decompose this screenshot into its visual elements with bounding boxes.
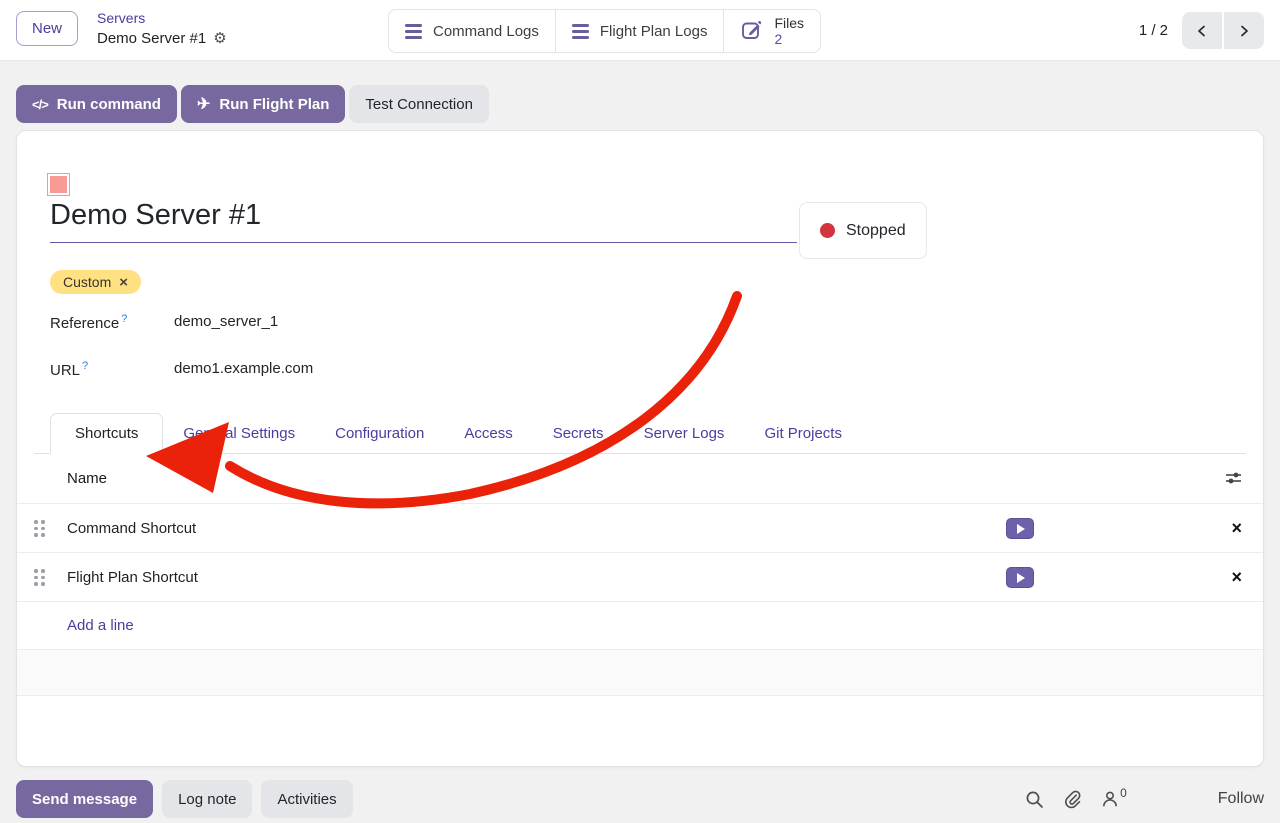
command-logs-button[interactable]: Command Logs [389,10,555,52]
command-logs-label: Command Logs [433,23,539,40]
tab-shortcuts[interactable]: Shortcuts [50,413,163,454]
run-flight-plan-label: Run Flight Plan [219,96,329,113]
play-icon [1017,524,1025,534]
tag-custom[interactable]: Custom × [50,270,141,294]
chatter-bar: Send message Log note Activities 0 Follo… [16,780,1264,818]
edit-icon [740,18,763,45]
files-button[interactable]: Files 2 [723,10,820,52]
breadcrumb: Servers Demo Server #1 ⚙ [97,8,227,50]
field-row-url: URL? demo1.example.com [50,360,313,379]
notebook-tabs: Shortcuts General Settings Configuration… [34,410,1246,454]
play-button[interactable] [1006,567,1034,588]
field-row-reference: Reference? demo_server_1 [50,313,278,332]
drag-handle-icon[interactable] [34,569,45,586]
followers-icon[interactable]: 0 [1101,790,1127,808]
record-title-field[interactable]: Demo Server #1 [50,197,797,243]
column-header-name[interactable]: Name [17,470,107,487]
pager-next-button[interactable] [1224,12,1264,49]
test-connection-button[interactable]: Test Connection [349,85,489,123]
empty-row [17,650,1263,696]
delete-row-icon[interactable]: × [1231,517,1242,539]
color-swatch[interactable] [47,173,70,196]
tab-configuration[interactable]: Configuration [315,414,444,453]
chevron-right-icon [1237,24,1251,38]
run-command-button[interactable]: </> Run command [16,85,177,123]
plane-icon: ✈ [197,94,210,114]
list-icon [405,24,422,39]
files-count-badge: 2 [774,31,804,47]
url-label-text: URL [50,362,80,379]
breadcrumb-parent-link[interactable]: Servers [97,8,227,28]
table-row: Flight Plan Shortcut × [17,553,1263,602]
search-messages-icon[interactable] [1025,790,1044,809]
run-flight-plan-button[interactable]: ✈ Run Flight Plan [181,85,345,123]
url-label: URL? [50,360,174,379]
pager: 1 / 2 [1139,12,1264,49]
gear-icon[interactable]: ⚙ [213,28,226,50]
help-icon: ? [82,360,88,372]
send-message-button[interactable]: Send message [16,780,153,818]
followers-count: 0 [1120,786,1127,800]
flight-plan-logs-button[interactable]: Flight Plan Logs [555,10,724,52]
reference-label-text: Reference [50,315,119,332]
delete-row-icon[interactable]: × [1231,566,1242,588]
shortcuts-table: Name Command Shortcut × Flight [17,454,1263,696]
attachment-icon[interactable] [1063,790,1082,809]
tags-field: Custom × [50,270,141,294]
tab-secrets[interactable]: Secrets [533,414,624,453]
code-icon: </> [32,97,48,112]
status-label: Stopped [846,222,906,240]
tab-git-projects[interactable]: Git Projects [744,414,862,453]
play-icon [1017,573,1025,583]
list-icon [572,24,589,39]
play-button[interactable] [1006,518,1034,539]
pager-value: 1 / 2 [1139,22,1168,39]
form-statusbar: </> Run command ✈ Run Flight Plan Test C… [16,85,489,123]
record-title[interactable]: Demo Server #1 [50,197,797,233]
tag-label: Custom [63,274,111,290]
url-input[interactable]: demo1.example.com [174,360,313,377]
tab-access[interactable]: Access [444,414,532,453]
optional-columns-icon[interactable] [1225,470,1242,490]
tab-general-settings[interactable]: General Settings [163,414,315,453]
reference-label: Reference? [50,313,174,332]
log-note-button[interactable]: Log note [162,780,252,818]
tag-close-icon[interactable]: × [119,275,128,290]
reference-input[interactable]: demo_server_1 [174,313,278,330]
files-label: Files [774,15,804,31]
tab-server-logs[interactable]: Server Logs [624,414,745,453]
test-connection-label: Test Connection [365,96,473,113]
status-dot-icon [820,223,835,238]
run-command-label: Run command [57,96,161,113]
activities-button[interactable]: Activities [261,780,352,818]
breadcrumb-current: Demo Server #1 [97,28,206,50]
table-row: Command Shortcut × [17,504,1263,553]
pager-previous-button[interactable] [1182,12,1222,49]
add-a-line-link[interactable]: Add a line [17,617,134,634]
follow-button[interactable]: Follow [1218,790,1264,808]
new-button[interactable]: New [16,11,78,46]
help-icon: ? [121,313,127,325]
color-swatch-fill [50,176,67,193]
chatter-tools: 0 Follow [1025,790,1264,809]
top-navbar: New Servers Demo Server #1 ⚙ Command Log… [0,0,1280,61]
drag-handle-icon[interactable] [34,520,45,537]
stat-button-group: Command Logs Flight Plan Logs Files 2 [388,9,821,53]
chevron-left-icon [1195,24,1209,38]
table-header: Name [17,454,1263,504]
status-badge: Stopped [799,202,927,259]
add-line-row: Add a line [17,602,1263,650]
form-sheet: Demo Server #1 Stopped Custom × Referenc… [16,130,1264,767]
flight-plan-logs-label: Flight Plan Logs [600,23,708,40]
